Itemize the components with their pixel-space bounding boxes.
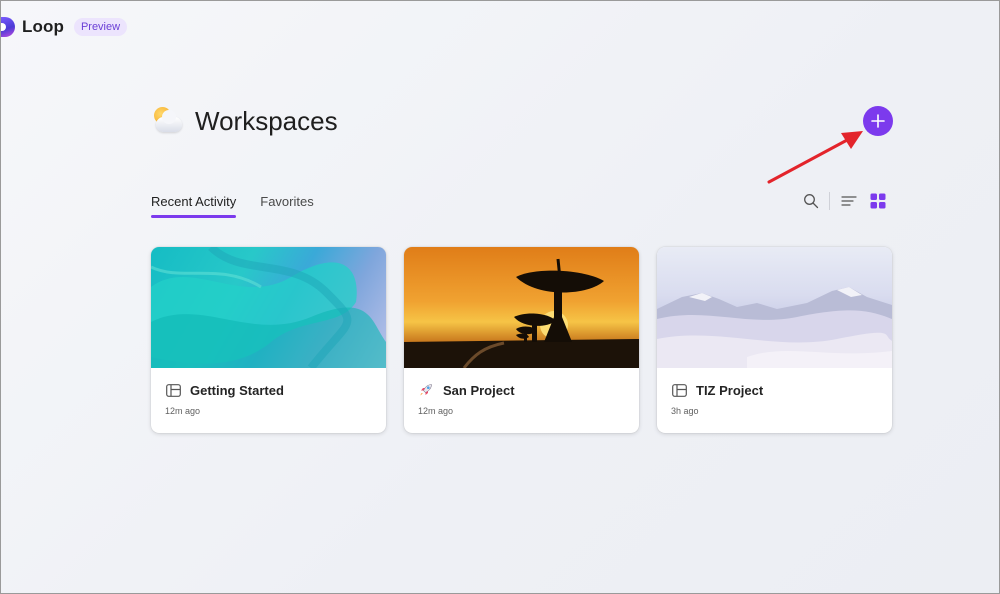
workspace-card-tiz-project[interactable]: TIZ Project 3h ago (657, 247, 892, 433)
app-header: Loop Preview (1, 13, 128, 41)
app-name: Loop (22, 17, 64, 36)
workspace-card-san-project[interactable]: San Project 12m ago (404, 247, 639, 433)
loop-logo-icon (1, 17, 15, 37)
preview-badge: Preview (73, 18, 128, 36)
divider (829, 192, 830, 210)
view-controls (801, 191, 888, 211)
workspace-layout-icon (165, 382, 181, 398)
workspace-title: Getting Started (190, 382, 284, 398)
grid-view-icon (870, 193, 886, 209)
workspace-tabs: Recent Activity Favorites (151, 194, 314, 218)
tab-recent-activity[interactable]: Recent Activity (151, 194, 237, 218)
workspace-card-getting-started[interactable]: Getting Started 12m ago (151, 247, 386, 433)
tab-favorites[interactable]: Favorites (260, 194, 313, 218)
workspace-grid: Getting Started 12m ago San Project 12m … (151, 247, 892, 433)
search-icon (804, 194, 819, 209)
sun-behind-cloud-icon (151, 105, 183, 137)
list-view-icon (841, 196, 857, 206)
workspace-time: 3h ago (671, 406, 699, 416)
workspace-time: 12m ago (165, 406, 201, 416)
snowy-desert-dunes-image (657, 247, 892, 368)
workspace-time: 12m ago (418, 406, 454, 416)
annotation-arrow-icon (767, 131, 863, 184)
workspace-layout-icon (671, 382, 687, 398)
teal-fabric-image (151, 247, 386, 368)
radio-telescope-sunset-image (404, 247, 639, 368)
plus-icon (871, 114, 885, 128)
page-title: Workspaces (195, 105, 338, 136)
search-button[interactable] (801, 191, 821, 211)
workspace-title: TIZ Project (696, 382, 764, 398)
grid-view-button[interactable] (868, 191, 888, 211)
rocket-icon (418, 382, 434, 398)
list-view-button[interactable] (839, 191, 859, 211)
page-header: Workspaces (151, 105, 338, 137)
workspace-title: San Project (443, 382, 515, 398)
